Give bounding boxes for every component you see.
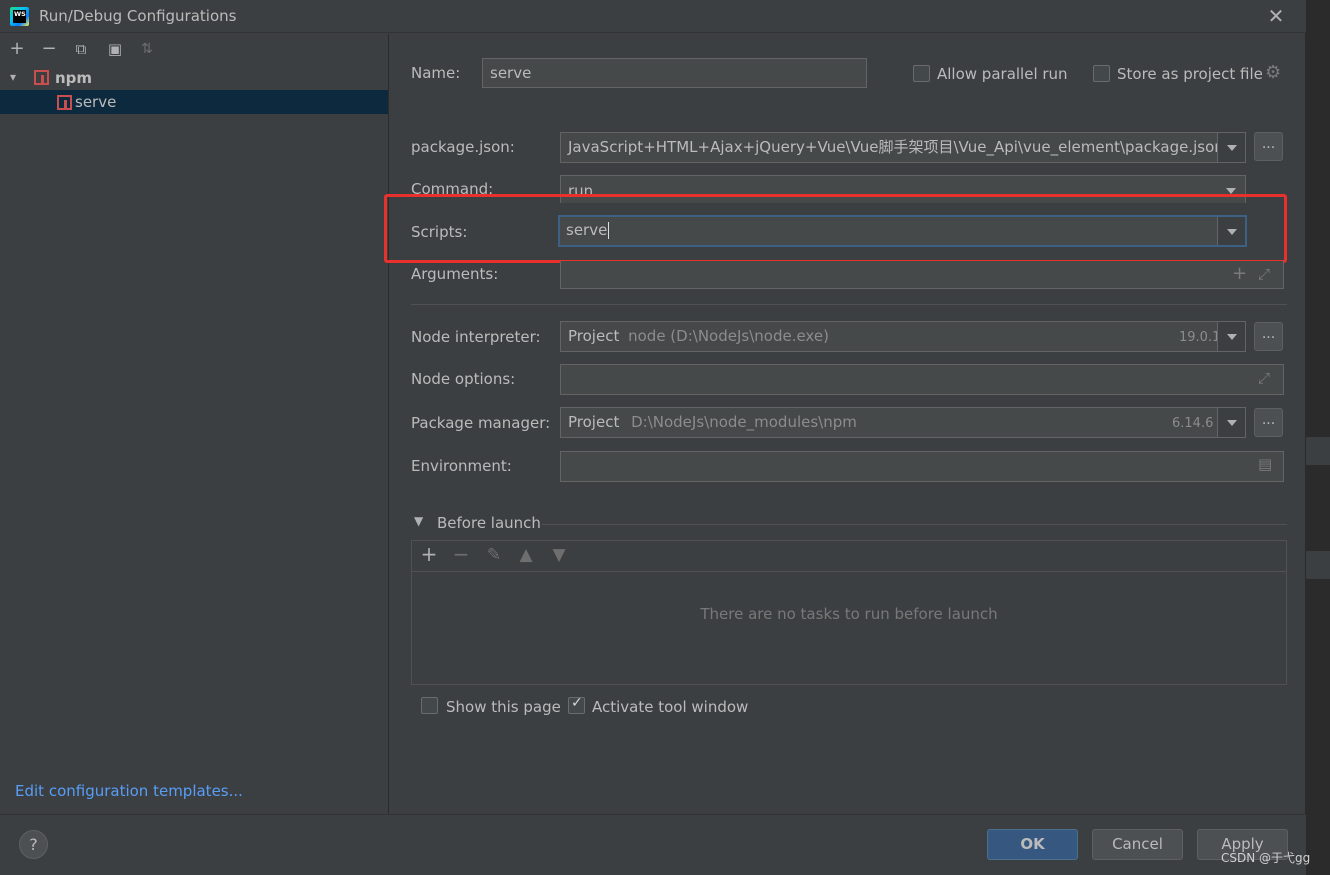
background-window <box>1306 0 1330 875</box>
close-icon[interactable]: ✕ <box>1264 4 1288 28</box>
dropdown-arrow-icon[interactable] <box>1217 133 1245 162</box>
node-interpreter-label: Node interpreter: <box>411 328 541 346</box>
before-launch-panel: + − ✎ ▲ ▼ There are no tasks to run befo… <box>411 540 1287 685</box>
expand-icon[interactable]: ⤢ <box>1258 265 1270 283</box>
node-interpreter-combo[interactable]: Project node (D:\NodeJs\node.exe) 19.0.1 <box>560 321 1246 352</box>
configuration-form: Name: serve Allow parallel run Store as … <box>384 34 1306 814</box>
npm-icon <box>34 70 49 85</box>
dropdown-arrow-icon[interactable] <box>1217 408 1245 437</box>
package-json-value: JavaScript+HTML+Ajax+jQuery+Vue\Vue脚手架项目… <box>568 138 1224 156</box>
tree-node-label: npm <box>55 69 93 87</box>
activate-tool-label: Activate tool window <box>592 698 749 716</box>
allow-parallel-label: Allow parallel run <box>937 65 1068 83</box>
ok-button[interactable]: OK <box>987 829 1078 860</box>
watermark-text: CSDN @于弋gg <box>1221 851 1311 865</box>
before-launch-empty-text: There are no tasks to run before launch <box>700 605 998 623</box>
gear-icon[interactable]: ⚙ <box>1265 62 1281 83</box>
logo-text: WS <box>13 10 26 23</box>
separator <box>411 304 1287 305</box>
configurations-panel: + − ⧉ ▣ ⇅ ▾ npm serve Edit configuration… <box>0 34 389 814</box>
node-options-label: Node options: <box>411 370 516 388</box>
node-options-input[interactable] <box>560 364 1284 395</box>
edit-icon[interactable]: ✎ <box>484 545 504 565</box>
document-icon[interactable]: ▤ <box>1258 455 1272 473</box>
tree-node-label: serve <box>75 93 117 111</box>
before-launch-header[interactable]: Before launch <box>437 514 541 532</box>
package-manager-combo[interactable]: Project D:\NodeJs\node_modules\npm 6.14.… <box>560 407 1246 438</box>
package-manager-value: Project <box>568 413 620 431</box>
node-interpreter-version: 19.0.1 <box>1179 330 1221 345</box>
chevron-down-icon[interactable]: ▾ <box>10 70 16 84</box>
window-title: Run/Debug Configurations <box>39 7 237 25</box>
configurations-toolbar: + − ⧉ ▣ ⇅ <box>0 34 389 64</box>
activate-tool-checkbox[interactable] <box>568 695 585 714</box>
tree-node-serve[interactable]: serve <box>0 90 388 114</box>
help-button[interactable]: ? <box>19 830 48 859</box>
allow-parallel-checkbox[interactable] <box>913 65 930 82</box>
cancel-button[interactable]: Cancel <box>1092 829 1183 860</box>
environment-label: Environment: <box>411 457 512 475</box>
node-interpreter-path: node (D:\NodeJs\node.exe) <box>628 327 829 345</box>
expand-icon[interactable]: ⤢ <box>1258 369 1270 387</box>
highlight-box <box>384 194 1287 263</box>
dialog-footer: ? OK Cancel Apply <box>0 814 1306 875</box>
name-input[interactable]: serve <box>482 58 867 88</box>
move-down-icon[interactable]: ▼ <box>549 545 569 565</box>
package-json-browse-button[interactable]: ... <box>1254 132 1283 161</box>
move-up-icon[interactable]: ▲ <box>516 545 536 565</box>
store-project-label: Store as project file <box>1117 65 1263 83</box>
copy-icon[interactable]: ⧉ <box>70 38 92 60</box>
background-window-strip <box>1306 551 1330 579</box>
title-bar: WS Run/Debug Configurations ✕ <box>0 0 1306 33</box>
add-icon[interactable]: + <box>6 38 28 60</box>
npm-icon <box>57 95 72 110</box>
separator <box>542 524 1287 525</box>
package-json-combo[interactable]: JavaScript+HTML+Ajax+jQuery+Vue\Vue脚手架项目… <box>560 132 1246 163</box>
new-folder-icon[interactable]: ▣ <box>104 38 126 60</box>
chevron-down-icon[interactable]: ▼ <box>414 514 423 528</box>
tree-node-npm[interactable]: ▾ npm <box>0 66 388 90</box>
store-project-checkbox[interactable] <box>1093 65 1110 82</box>
background-window-strip <box>1306 437 1330 465</box>
package-manager-version: 6.14.6 <box>1172 416 1214 431</box>
webstorm-logo-icon: WS <box>10 7 29 26</box>
sort-icon[interactable]: ⇅ <box>136 38 158 60</box>
add-icon[interactable]: + <box>1232 263 1247 284</box>
remove-icon[interactable]: − <box>451 542 471 566</box>
node-interpreter-browse-button[interactable]: ... <box>1254 322 1283 351</box>
add-icon[interactable]: + <box>419 542 439 566</box>
package-manager-path: D:\NodeJs\node_modules\npm <box>631 413 857 431</box>
package-json-label: package.json: <box>411 138 515 156</box>
arguments-input[interactable] <box>560 261 1284 289</box>
package-manager-browse-button[interactable]: ... <box>1254 408 1283 437</box>
package-manager-label: Package manager: <box>411 414 551 432</box>
dropdown-arrow-icon[interactable] <box>1217 322 1245 351</box>
remove-icon[interactable]: − <box>38 38 60 60</box>
run-debug-dialog: WS Run/Debug Configurations ✕ + − ⧉ ▣ ⇅ … <box>0 0 1306 875</box>
name-label: Name: <box>411 64 461 82</box>
environment-input[interactable] <box>560 451 1284 482</box>
edit-templates-link[interactable]: Edit configuration templates... <box>15 782 243 800</box>
before-launch-toolbar: + − ✎ ▲ ▼ <box>412 541 1286 572</box>
show-page-label: Show this page <box>446 698 561 716</box>
arguments-label: Arguments: <box>411 265 499 283</box>
show-page-checkbox[interactable] <box>421 697 438 714</box>
node-interpreter-value: Project <box>568 327 620 345</box>
